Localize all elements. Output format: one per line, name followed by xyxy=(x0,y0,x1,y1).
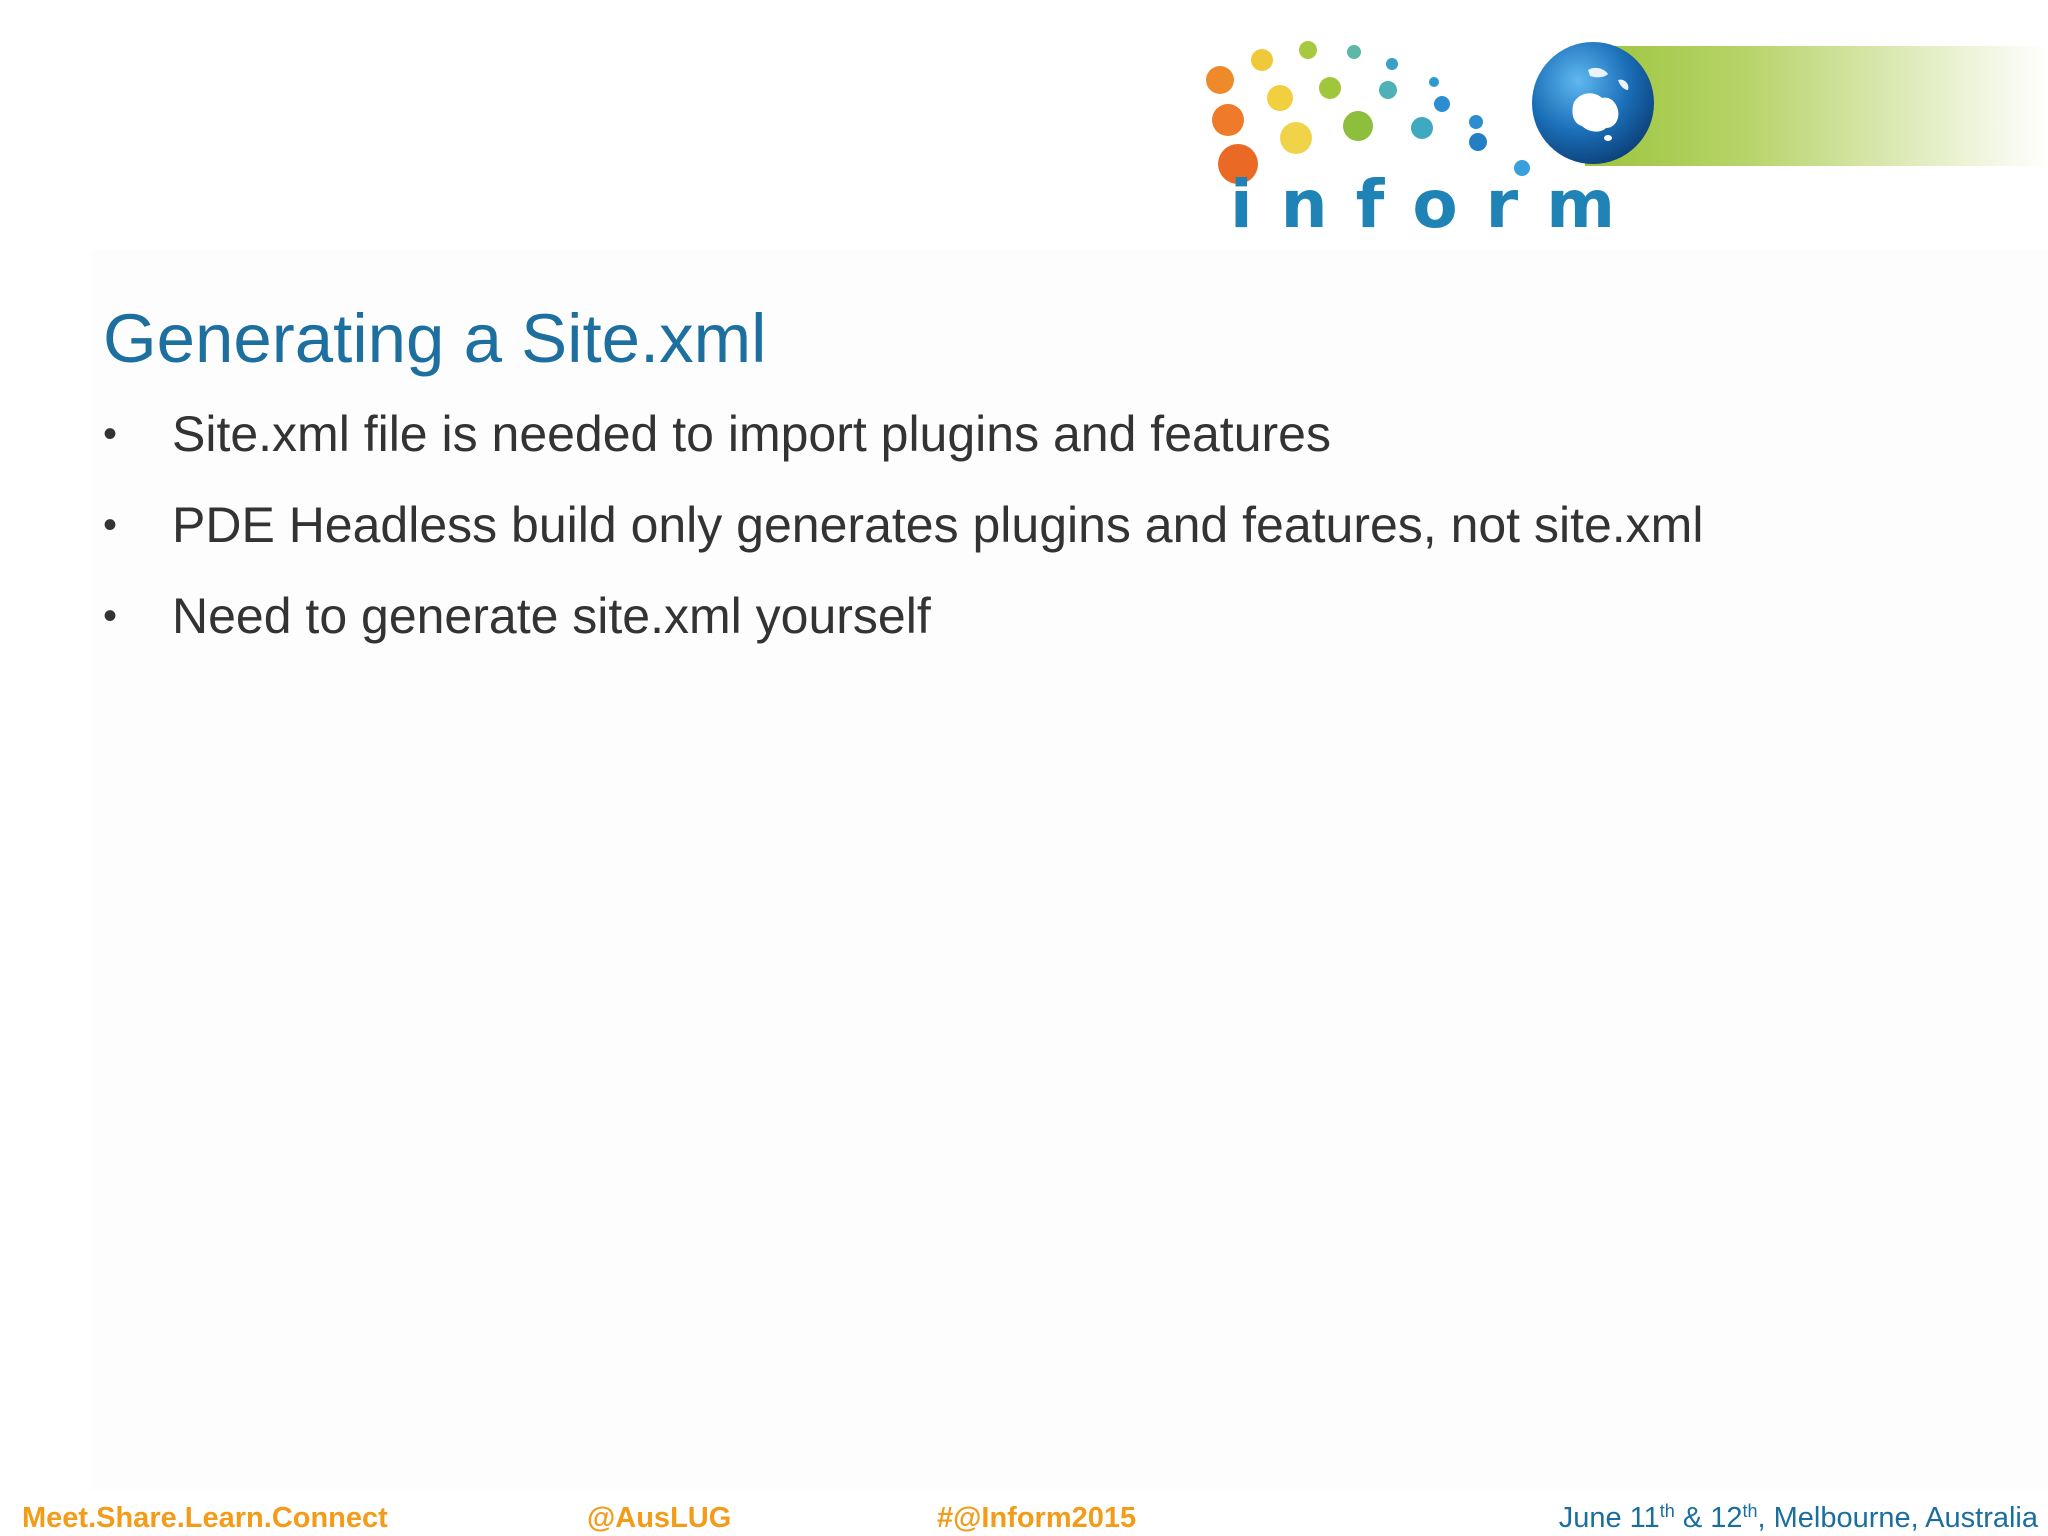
footer-date-sup-1: th xyxy=(1659,1501,1675,1521)
globe-icon xyxy=(1532,42,1654,164)
inform-logo: inform xyxy=(1190,30,2048,260)
bullet-dot-icon: • xyxy=(103,412,118,456)
bullet-dot-icon: • xyxy=(103,594,118,638)
bullet-text: Need to generate site.xml yourself xyxy=(172,588,931,644)
footer-date-sup-2: th xyxy=(1742,1501,1758,1521)
footer-twitter-handle: @AusLUG xyxy=(587,1502,732,1534)
footer-date-suffix: , Melbourne, Australia xyxy=(1757,1502,2038,1534)
footer-date-prefix: June 11 xyxy=(1558,1502,1660,1534)
logo-wordmark: inform xyxy=(1230,166,1643,243)
bullet-text: PDE Headless build only generates plugin… xyxy=(172,497,1704,553)
bullet-text: Site.xml file is needed to import plugin… xyxy=(172,406,1331,462)
footer-date-mid: & 12 xyxy=(1674,1502,1743,1534)
footer-hashtag: #@Inform2015 xyxy=(937,1502,1137,1534)
footer-tagline: Meet.Share.Learn.Connect xyxy=(22,1502,388,1534)
slide-title: Generating a Site.xml xyxy=(103,300,767,377)
footer-event-date: June 11th & 12th, Melbourne, Australia xyxy=(1559,1502,2038,1534)
bullet-dot-icon: • xyxy=(103,503,118,547)
